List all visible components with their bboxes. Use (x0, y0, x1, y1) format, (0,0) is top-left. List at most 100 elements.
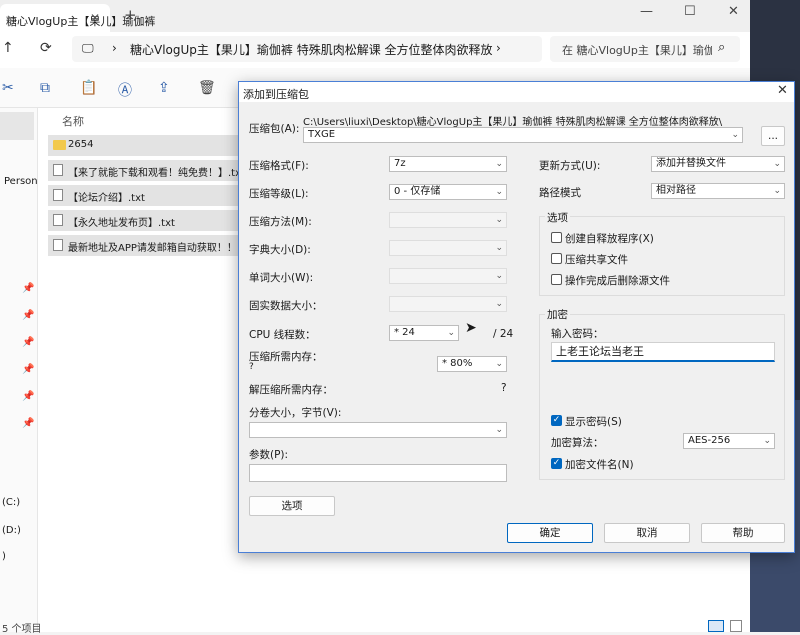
cancel-button[interactable]: 取消 (604, 523, 690, 543)
chevron-down-icon: ⌄ (495, 425, 503, 435)
options-group-title: 选项 (545, 210, 570, 225)
chevron-right-icon[interactable]: › (496, 41, 501, 55)
word-select[interactable]: ⌄ (389, 268, 507, 284)
chevron-down-icon: ⌄ (763, 436, 771, 446)
shared-checkbox[interactable] (551, 253, 562, 264)
copy-icon[interactable]: ⧉ (40, 80, 50, 96)
browse-button[interactable]: ... (761, 126, 785, 146)
solid-select[interactable]: ⌄ (389, 296, 507, 312)
file-name: 【来了就能下载和观看！纯免费！】.txt (68, 168, 245, 179)
maximize-icon[interactable]: ☐ (684, 4, 696, 19)
delete-icon[interactable]: 🗑 (198, 80, 216, 96)
mem-label: 压缩所需内存： (249, 351, 323, 363)
solid-label: 固实数据大小： (249, 300, 323, 312)
memory-value: * 80% (442, 358, 473, 369)
paste-icon[interactable]: 📋 (80, 80, 97, 96)
search-box[interactable]: 在 糖心VlogUp主【果儿】瑜伽裤 特殊肌肉松解课 全方位整体肉欲释放 中搜索… (550, 36, 740, 62)
decomp-question: ? (501, 382, 507, 394)
memory-select[interactable]: * 80% ⌄ (437, 356, 507, 372)
method-select[interactable]: ⌄ (389, 212, 507, 228)
explorer-tab[interactable]: 糖心VlogUp主【果儿】瑜伽裤 ✕ (0, 4, 155, 32)
nav-drive-c[interactable]: (C:) (2, 497, 20, 508)
delete-source-label: 操作完成后删除源文件 (565, 275, 670, 287)
encrypt-names-checkbox[interactable]: ✓ (551, 458, 562, 469)
path-value: 相对路径 (656, 185, 696, 196)
params-label: 参数(P): (249, 449, 289, 461)
dialog-title: 添加到压缩包 (243, 88, 309, 101)
method-label: 压缩方法(M): (249, 216, 312, 228)
nav-selected-item[interactable] (0, 112, 34, 140)
dict-label: 字典大小(D): (249, 244, 311, 256)
archive-path: C:\Users\liuxi\Desktop\糖心VlogUp主【果儿】瑜伽裤 … (303, 117, 723, 128)
update-label: 更新方式(U): (539, 160, 601, 172)
cpu-total: / 24 (493, 328, 514, 340)
minimize-icon[interactable]: — (640, 4, 653, 19)
new-tab-icon[interactable]: + (124, 6, 137, 24)
mem-question: ? (249, 362, 254, 372)
shared-label: 压缩共享文件 (565, 254, 628, 266)
password-value: 上老王论坛当老王 (556, 345, 644, 358)
search-placeholder: 在 糖心VlogUp主【果儿】瑜伽裤 特殊肌肉松解课 全方位整体肉欲释放 中搜索 (562, 44, 712, 57)
rename-icon[interactable]: Ⓐ (118, 80, 132, 100)
tiles-view-icon[interactable] (730, 620, 742, 632)
chevron-down-icon: ⌄ (773, 186, 781, 196)
cut-icon[interactable]: ✂ (2, 80, 14, 96)
up-arrow-icon[interactable]: ↑ (2, 40, 14, 56)
chevron-down-icon: ⌄ (495, 215, 503, 225)
decomp-label: 解压缩所需内存： (249, 384, 333, 396)
encryption-group-title: 加密 (545, 307, 570, 322)
dialog-titlebar: 添加到压缩包 ✕ (239, 82, 794, 102)
delete-source-checkbox[interactable] (551, 274, 562, 285)
update-select[interactable]: 添加并替换文件 ⌄ (651, 156, 785, 172)
window-close-icon[interactable]: ✕ (728, 4, 739, 19)
format-select[interactable]: 7z ⌄ (389, 156, 507, 172)
archive-label: 压缩包(A): (249, 123, 300, 135)
nav-drive-d[interactable]: (D:) (2, 525, 21, 536)
share-icon[interactable]: ⇪ (158, 80, 170, 96)
help-button[interactable]: 帮助 (701, 523, 785, 543)
chevron-down-icon: ⌄ (495, 271, 503, 281)
nav-item-person[interactable]: Person (4, 176, 38, 187)
file-row[interactable]: 最新地址及APP请发邮箱自动获取！！ (48, 235, 240, 256)
dialog-close-icon[interactable]: ✕ (777, 83, 788, 98)
file-row[interactable]: 【来了就能下载和观看！纯免费！】.txt (48, 160, 245, 181)
word-label: 单词大小(W): (249, 272, 314, 284)
params-input[interactable] (249, 464, 507, 482)
dict-select[interactable]: ⌄ (389, 240, 507, 256)
file-row[interactable]: 2654 (48, 135, 240, 156)
password-input[interactable]: 上老王论坛当老王 (551, 342, 775, 362)
archive-name-combo[interactable]: TXGE ⌄ (303, 127, 743, 143)
options-button[interactable]: 选项 (249, 496, 335, 516)
cpu-value: * 24 (394, 327, 415, 338)
column-header-name[interactable]: 名称 (62, 113, 84, 129)
level-select[interactable]: 0 - 仅存储 ⌄ (389, 184, 507, 200)
file-row[interactable]: 【永久地址发布页】.txt (48, 210, 240, 231)
text-file-icon (53, 189, 63, 201)
sfx-checkbox[interactable] (551, 232, 562, 243)
cpu-select[interactable]: * 24 ⌄ (389, 325, 459, 341)
chevron-down-icon: ⌄ (773, 159, 781, 169)
format-label: 压缩格式(F): (249, 160, 309, 172)
chevron-right-icon: › (112, 41, 117, 55)
archive-name-value: TXGE (308, 129, 336, 140)
nav-drive-e[interactable]: ) (2, 551, 6, 562)
refresh-icon[interactable]: ⟳ (40, 40, 52, 56)
text-file-icon (53, 214, 63, 226)
path-select[interactable]: 相对路径 ⌄ (651, 183, 785, 199)
status-item-count: 5 个项目 (2, 624, 42, 635)
file-name: 【永久地址发布页】.txt (68, 218, 175, 229)
file-row[interactable]: 【论坛介绍】.txt (48, 185, 240, 206)
search-icon[interactable]: ⌕ (718, 40, 725, 55)
add-to-archive-dialog: 添加到压缩包 ✕ 压缩包(A): C:\Users\liuxi\Desktop\… (238, 81, 795, 553)
tab-close-icon[interactable]: ✕ (90, 11, 100, 25)
chevron-down-icon: ⌄ (495, 159, 503, 169)
address-bar[interactable]: 🖵 › 糖心VlogUp主【果儿】瑜伽裤 特殊肌肉松解课 全方位整体肉欲释放 › (72, 36, 542, 62)
ok-button[interactable]: 确定 (507, 523, 593, 543)
view-toggle[interactable] (708, 620, 748, 632)
enc-method-select[interactable]: AES-256 ⌄ (683, 433, 775, 449)
text-file-icon (53, 164, 63, 176)
split-select[interactable]: ⌄ (249, 422, 507, 438)
mouse-cursor-icon: ➤ (465, 320, 477, 336)
details-view-icon[interactable] (708, 620, 724, 632)
show-password-checkbox[interactable]: ✓ (551, 415, 562, 426)
